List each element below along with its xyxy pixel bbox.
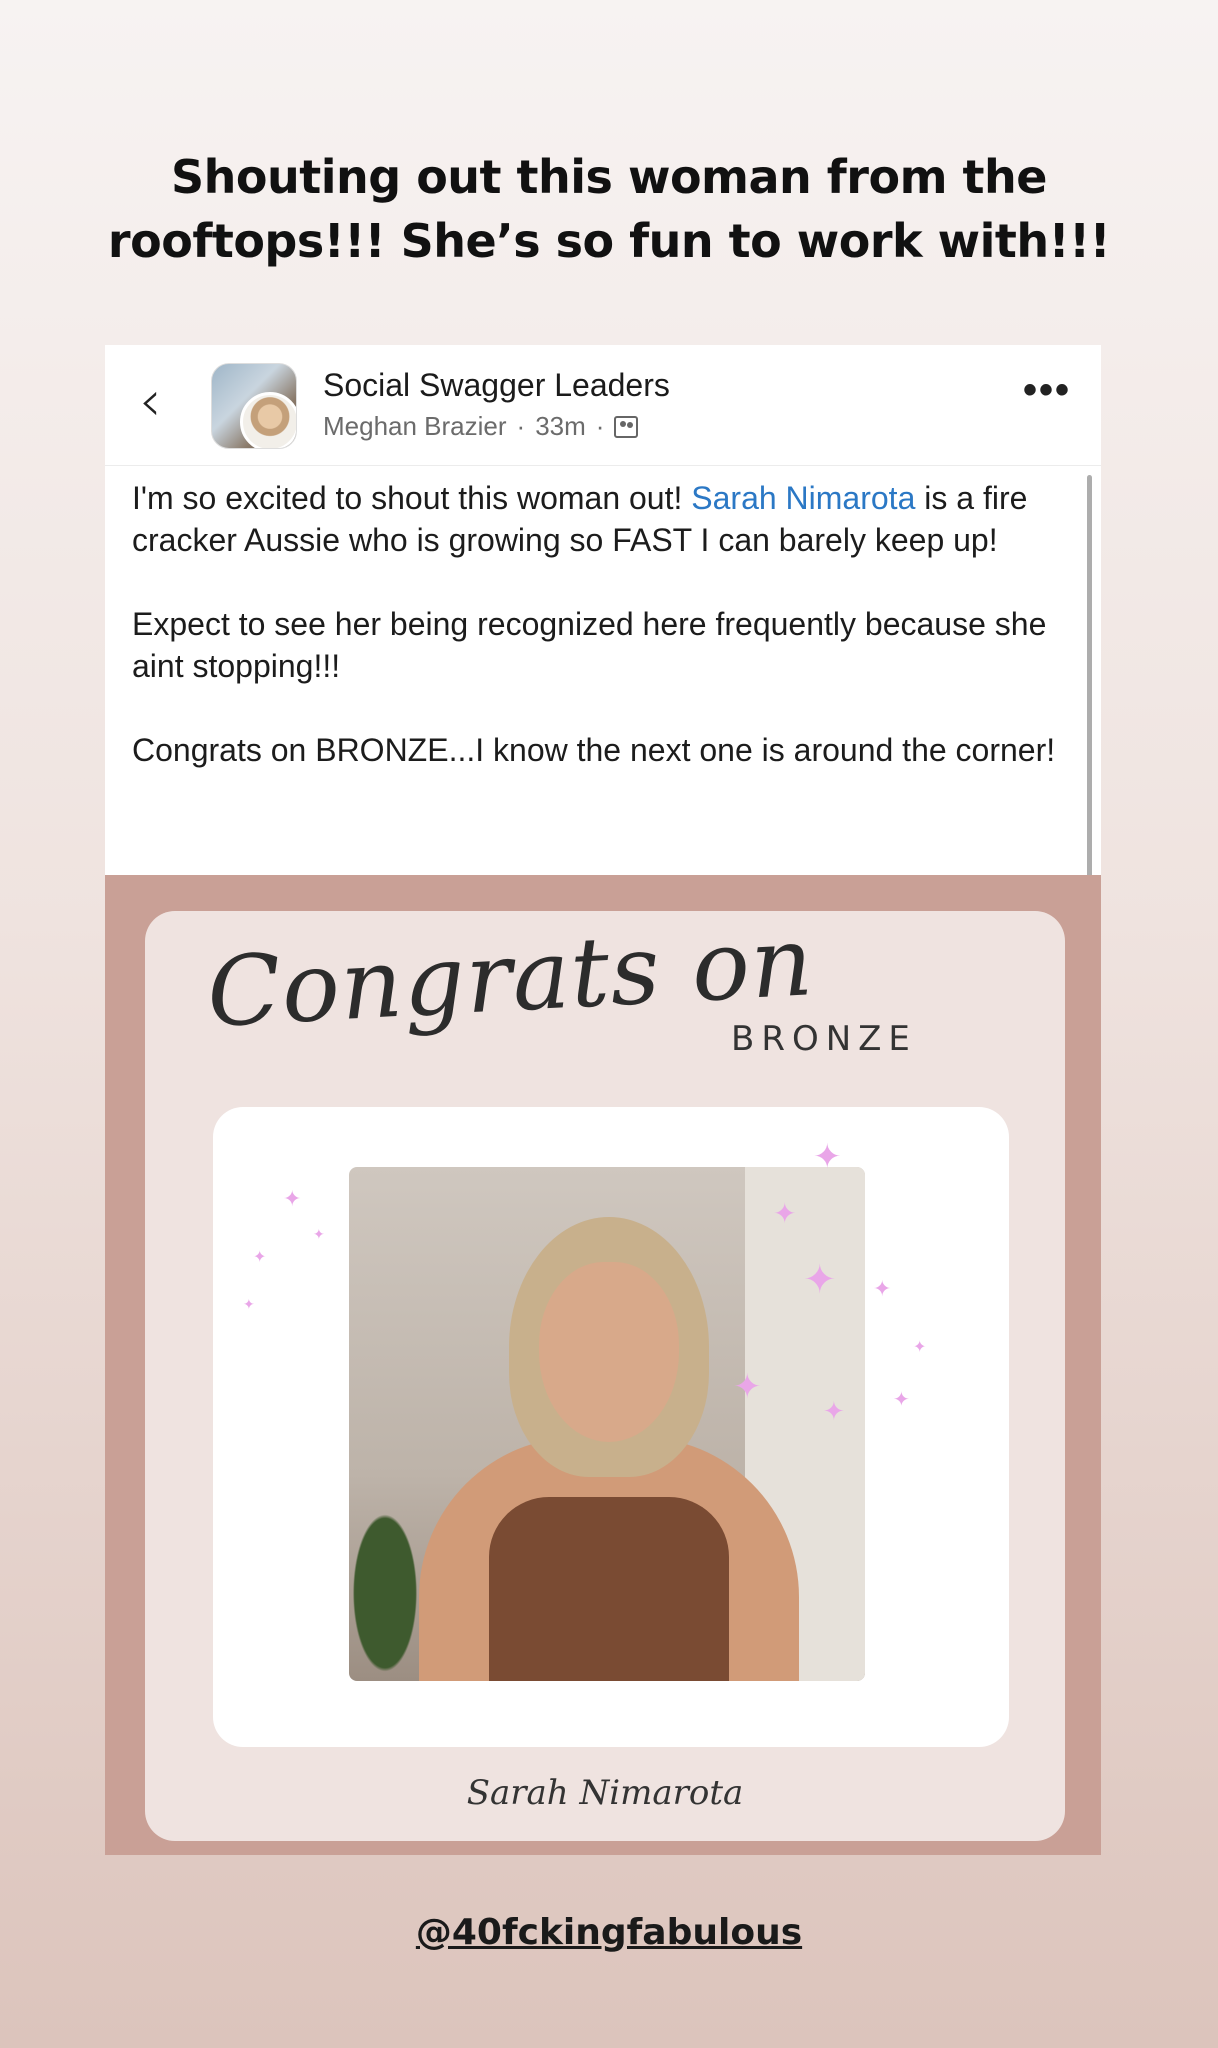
photo-frame: ✦ ✦ ✦ ✦ ✦ ✦ ✦ ✦ ✦ ✦ ✦ ✦ [213, 1107, 1009, 1747]
story-mention-handle[interactable]: @40fckingfabulous [0, 1912, 1218, 1953]
post-time[interactable]: 33m [535, 411, 586, 441]
post-body: I'm so excited to shout this woman out! … [132, 477, 1062, 813]
post-text: I'm so excited to shout this woman out! [132, 480, 692, 516]
photo-tank-top [489, 1497, 729, 1681]
congrats-card: Congrats on BRONZE ✦ ✦ ✦ ✦ ✦ ✦ ✦ ✦ ✦ ✦ ✦… [145, 905, 1065, 1841]
sparkle-icon: ✦ [813, 1137, 842, 1177]
post-image[interactable]: Congrats on BRONZE ✦ ✦ ✦ ✦ ✦ ✦ ✦ ✦ ✦ ✦ ✦… [105, 875, 1101, 1855]
group-icon [614, 416, 639, 438]
mention-link[interactable]: Sarah Nimarota [691, 480, 915, 516]
sparkle-icon: ✦ [253, 1247, 267, 1266]
post-paragraph-2: Expect to see her being recognized here … [132, 606, 1047, 684]
sparkle-icon: ✦ [803, 1257, 837, 1303]
post-meta: Meghan Brazier · 33m · [323, 411, 639, 442]
sparkle-icon: ✦ [283, 1187, 302, 1212]
caption-line-2: rooftops!!! She’s so fun to work with!!! [107, 214, 1111, 268]
meta-separator: · [595, 411, 605, 441]
more-horizontal-icon: ••• [1022, 368, 1071, 412]
chevron-left-icon: ‹ [139, 369, 162, 434]
sparkle-icon: ✦ [823, 1397, 845, 1427]
more-options-button[interactable]: ••• [1023, 370, 1071, 410]
sparkle-icon: ✦ [773, 1197, 797, 1230]
group-avatar[interactable] [211, 363, 297, 449]
post-card: ‹ Social Swagger Leaders Meghan Brazier ·… [105, 345, 1101, 1855]
back-button[interactable]: ‹ [139, 374, 185, 430]
person-name: Sarah Nimarota [466, 1773, 744, 1813]
group-name[interactable]: Social Swagger Leaders [323, 367, 670, 404]
author-name[interactable]: Meghan Brazier [323, 411, 507, 441]
post-paragraph-1: I'm so excited to shout this woman out! … [132, 477, 1062, 561]
level-label: BRONZE [731, 1019, 917, 1059]
portrait-photo [349, 1167, 865, 1681]
sparkle-icon: ✦ [893, 1387, 910, 1411]
post-paragraph-3: Congrats on BRONZE...I know the next one… [132, 732, 1056, 768]
sparkle-icon: ✦ [313, 1227, 325, 1243]
post-header: ‹ Social Swagger Leaders Meghan Brazier ·… [105, 345, 1101, 466]
congrats-script-title: Congrats on [204, 905, 817, 1049]
sparkle-icon: ✦ [243, 1297, 255, 1313]
meta-separator: · [516, 411, 526, 441]
sparkle-icon: ✦ [873, 1277, 892, 1302]
sparkle-icon: ✦ [733, 1367, 762, 1407]
photo-face [539, 1262, 679, 1442]
story-caption: Shouting out this woman from the rooftop… [0, 145, 1218, 273]
author-avatar[interactable] [240, 392, 296, 448]
caption-line-1: Shouting out this woman from the [171, 150, 1047, 204]
sparkle-icon: ✦ [913, 1337, 927, 1356]
